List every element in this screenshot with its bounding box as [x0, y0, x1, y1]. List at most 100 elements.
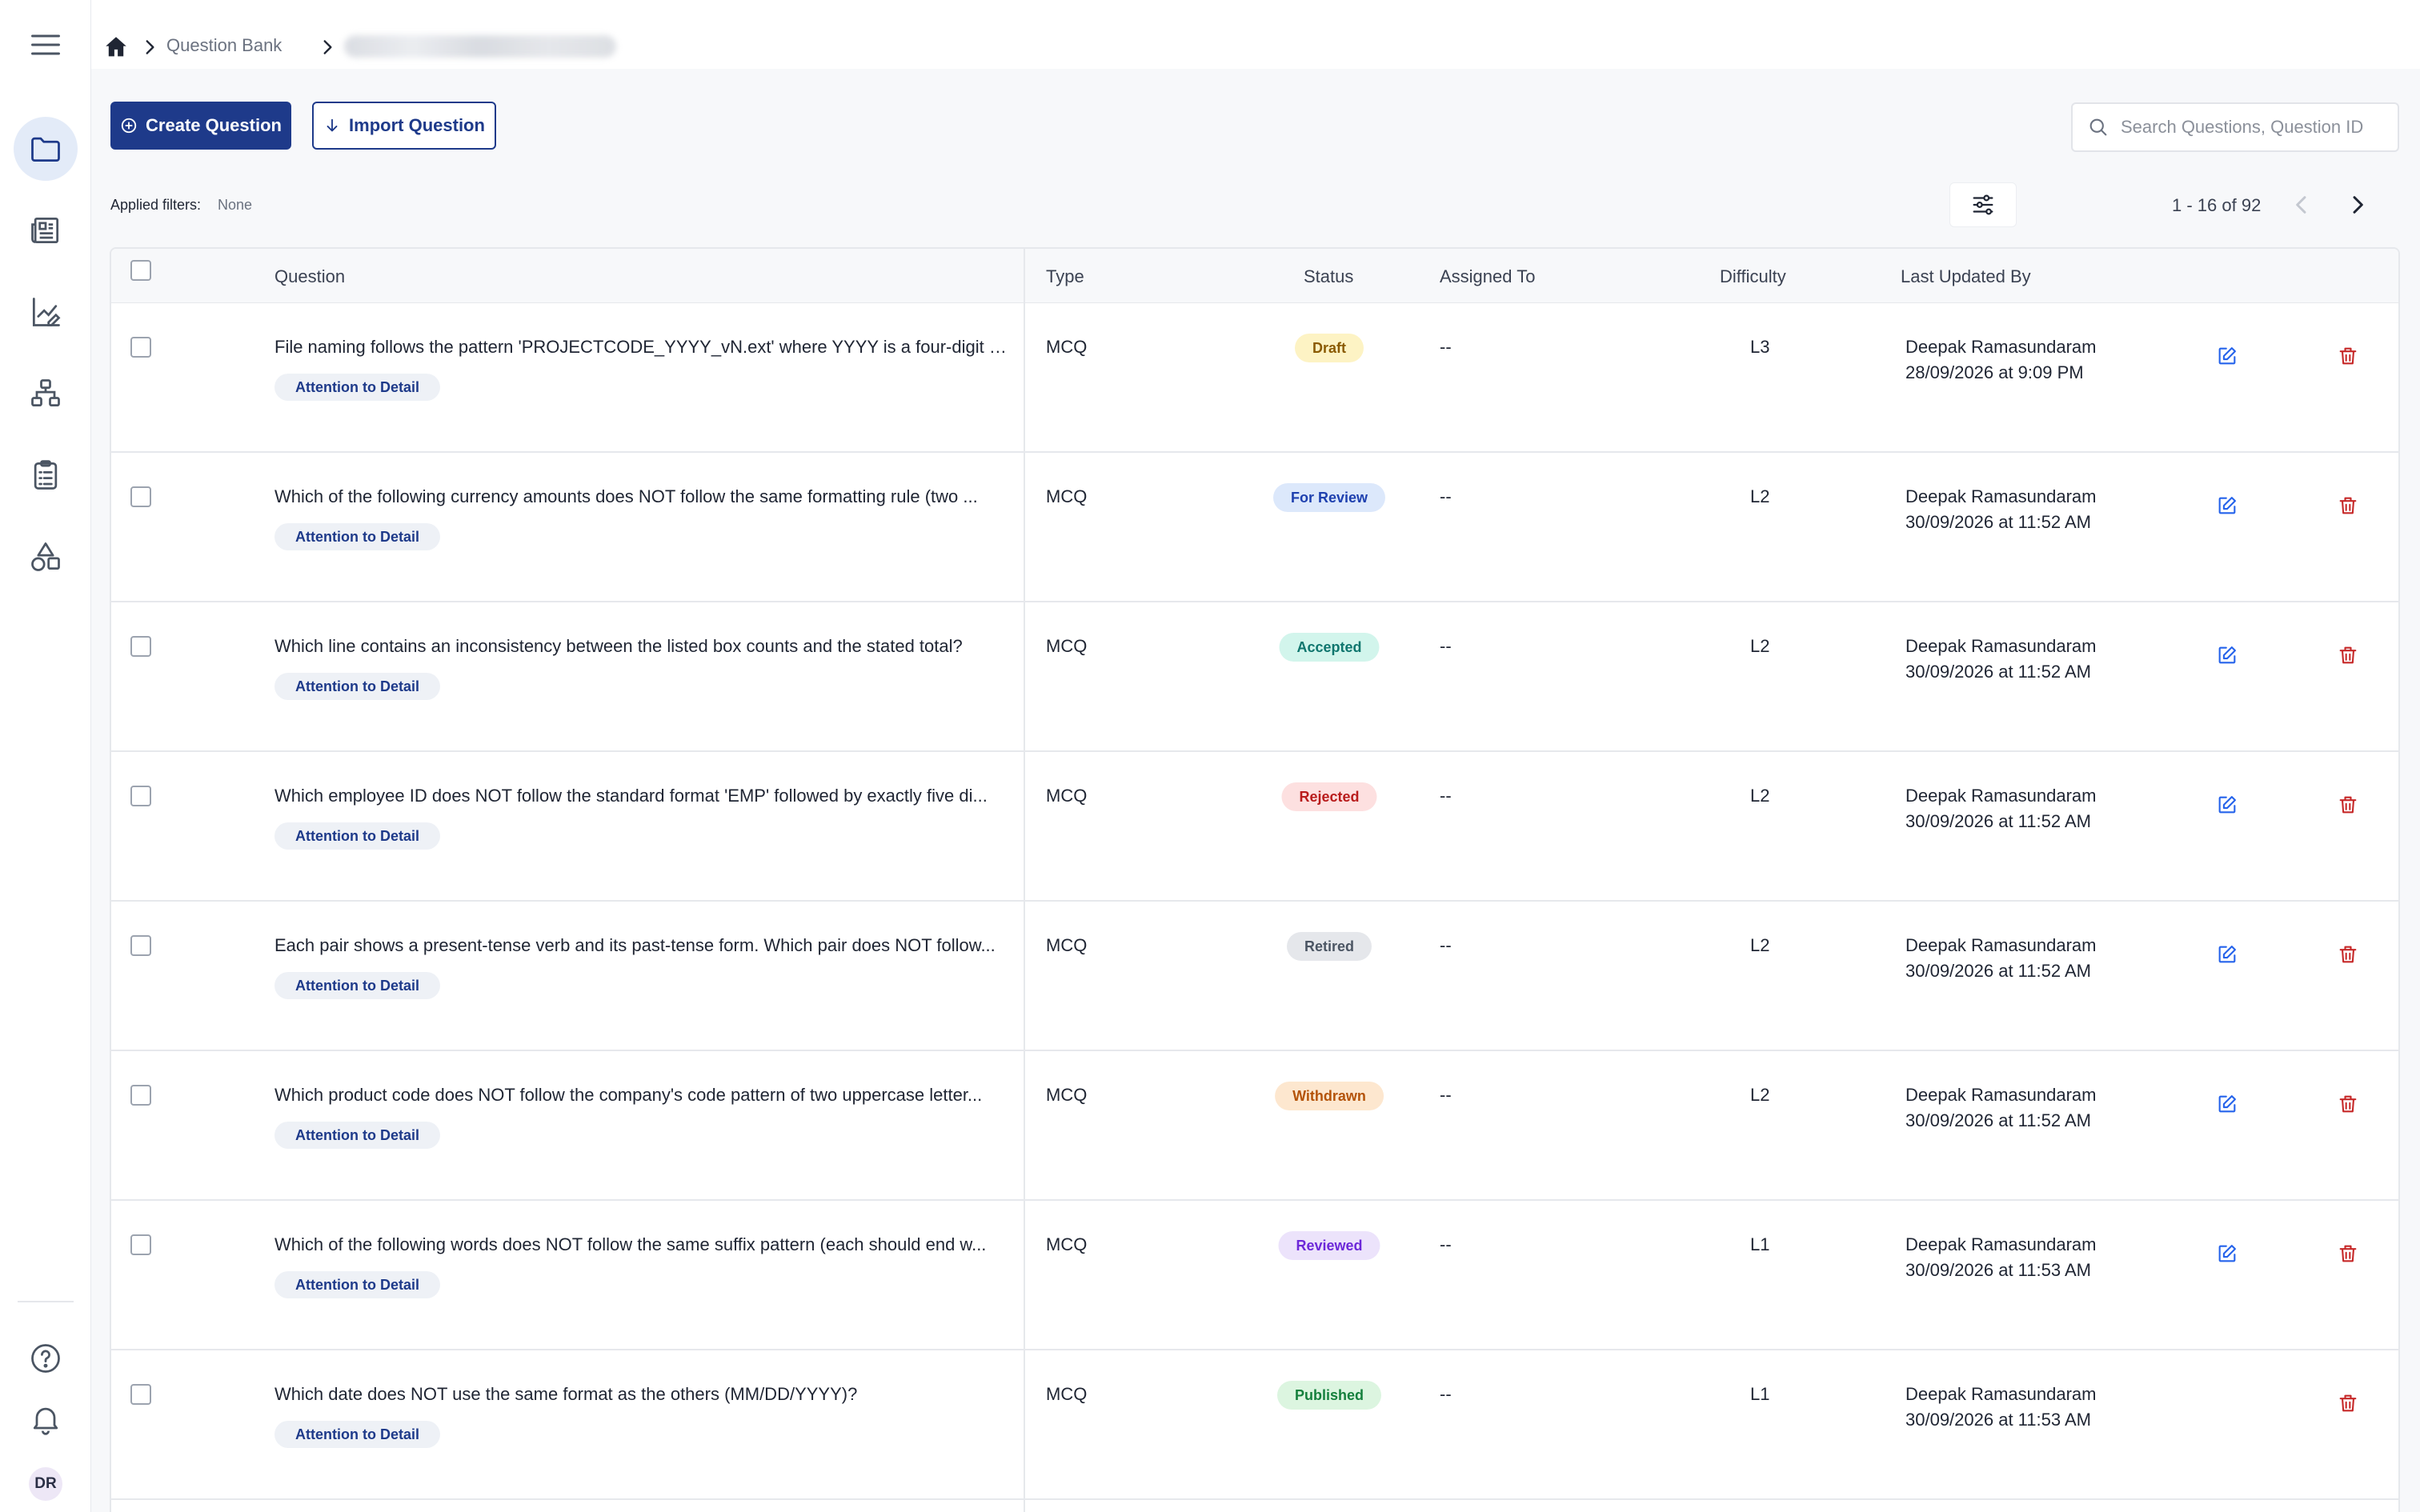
header-difficulty[interactable]: Difficulty — [1720, 266, 1786, 287]
notifications-button[interactable] — [14, 1387, 78, 1451]
table-row[interactable]: Which product code does NOT follow the c… — [111, 1051, 2398, 1201]
question-text[interactable]: Which employee ID does NOT follow the st… — [274, 786, 1009, 806]
question-text[interactable]: Which of the following words does NOT fo… — [274, 1234, 1009, 1255]
filter-button[interactable] — [1949, 182, 2017, 227]
updated-at: 28/09/2026 at 9:09 PM — [1905, 362, 2084, 382]
difficulty-level: L3 — [1750, 337, 1770, 357]
chevron-left-icon[interactable] — [2289, 192, 2314, 218]
delete-icon[interactable] — [2337, 345, 2359, 367]
question-text[interactable]: File naming follows the pattern 'PROJECT… — [274, 337, 1009, 358]
table-row[interactable]: File naming follows the pattern 'PROJECT… — [111, 303, 2398, 453]
row-checkbox[interactable] — [130, 337, 151, 358]
assigned-to: -- — [1440, 1085, 1452, 1105]
updated-by-name: Deepak Ramasundaram — [1905, 786, 2097, 806]
avatar[interactable]: DR — [29, 1467, 62, 1501]
difficulty-level: L1 — [1750, 1234, 1770, 1254]
header-type[interactable]: Type — [1046, 266, 1084, 287]
sidebar-divider — [18, 1301, 74, 1302]
assigned-to: -- — [1440, 337, 1452, 357]
help-icon — [31, 1344, 60, 1373]
header-status[interactable]: Status — [1304, 266, 1353, 287]
edit-icon[interactable] — [2216, 1093, 2238, 1115]
create-question-button[interactable]: Create Question — [110, 102, 291, 150]
newspaper-icon — [31, 217, 59, 244]
question-type: MCQ — [1046, 636, 1088, 656]
table-row[interactable]: Which line contains an inconsistency bet… — [111, 602, 2398, 752]
question-text[interactable]: Each pair shows a present-tense verb and… — [274, 935, 1009, 956]
row-checkbox[interactable] — [130, 486, 151, 507]
help-button[interactable] — [14, 1326, 78, 1390]
nav-hierarchy[interactable] — [14, 362, 78, 426]
search-box — [2071, 102, 2399, 152]
updated-by-name: Deepak Ramasundaram — [1905, 337, 2097, 357]
skill-tag: Attention to Detail — [274, 673, 440, 700]
status-badge: Accepted — [1279, 633, 1380, 662]
question-text[interactable]: Which product code does NOT follow the c… — [274, 1085, 1009, 1106]
table-row[interactable]: Which date does NOT use the same format … — [111, 1350, 2398, 1500]
delete-icon[interactable] — [2337, 1093, 2359, 1115]
updated-at: 30/09/2026 at 11:52 AM — [1905, 662, 2091, 682]
pagination-range: 1 - 16 of 92 — [2172, 195, 2262, 215]
applied-filters-label: Applied filters: — [110, 197, 202, 213]
table-row[interactable]: Each pair shows a present-tense verb and… — [111, 902, 2398, 1051]
delete-icon[interactable] — [2337, 494, 2359, 517]
plus-circle-icon — [121, 118, 137, 134]
status-badge: Draft — [1294, 334, 1364, 362]
updated-at: 30/09/2026 at 11:53 AM — [1905, 1260, 2091, 1280]
header-question[interactable]: Question — [274, 266, 345, 287]
status-badge: For Review — [1272, 483, 1386, 512]
row-checkbox[interactable] — [130, 1234, 151, 1255]
shapes-icon — [31, 542, 60, 571]
status-badge: Rejected — [1281, 782, 1377, 811]
skill-tag: Attention to Detail — [274, 1421, 440, 1448]
select-all-checkbox[interactable] — [130, 260, 151, 281]
difficulty-level: L2 — [1750, 786, 1770, 806]
question-text[interactable]: Which of the following currency amounts … — [274, 486, 1009, 507]
search-input[interactable] — [2121, 117, 2377, 138]
edit-icon[interactable] — [2216, 943, 2238, 966]
header-assigned-to[interactable]: Assigned To — [1440, 266, 1535, 287]
question-text[interactable]: Which date does NOT use the same format … — [274, 1384, 1009, 1405]
import-question-button[interactable]: Import Question — [312, 102, 496, 150]
skill-tag: Attention to Detail — [274, 523, 440, 550]
home-icon[interactable] — [102, 34, 130, 61]
questions-table: Question Type Status Assigned To Difficu… — [110, 247, 2400, 1512]
chevron-right-icon[interactable] — [2345, 192, 2370, 218]
nav-assessments[interactable] — [14, 443, 78, 507]
updated-by-name: Deepak Ramasundaram — [1905, 1384, 2097, 1404]
delete-icon[interactable] — [2337, 943, 2359, 966]
nav-news[interactable] — [14, 198, 78, 262]
row-checkbox[interactable] — [130, 935, 151, 956]
nav-shapes[interactable] — [14, 525, 78, 589]
edit-icon[interactable] — [2216, 345, 2238, 367]
updated-by-name: Deepak Ramasundaram — [1905, 636, 2097, 656]
edit-icon[interactable] — [2216, 494, 2238, 517]
menu-button[interactable] — [14, 13, 78, 77]
edit-icon[interactable] — [2216, 794, 2238, 816]
table-row[interactable]: Which of the following currency amounts … — [111, 453, 2398, 602]
row-checkbox[interactable] — [130, 1384, 151, 1405]
chevron-right-icon — [323, 40, 332, 54]
updated-by-name: Deepak Ramasundaram — [1905, 935, 2097, 955]
row-checkbox[interactable] — [130, 636, 151, 657]
question-text[interactable]: Which line contains an inconsistency bet… — [274, 636, 1009, 657]
applied-filters-value: None — [218, 197, 253, 213]
edit-icon[interactable] — [2216, 644, 2238, 666]
delete-icon[interactable] — [2337, 794, 2359, 816]
edit-icon[interactable] — [2216, 1242, 2238, 1265]
arrow-down-icon — [327, 118, 338, 132]
nav-question-bank[interactable] — [14, 117, 78, 181]
delete-icon[interactable] — [2337, 1392, 2359, 1414]
question-type: MCQ — [1046, 1085, 1088, 1105]
row-checkbox[interactable] — [130, 786, 151, 806]
header-last-updated-by[interactable]: Last Updated By — [1901, 266, 2031, 287]
row-checkbox[interactable] — [130, 1085, 151, 1106]
table-row[interactable]: Which employee ID does NOT follow the st… — [111, 752, 2398, 902]
table-row[interactable]: Which of the following words does NOT fo… — [111, 1201, 2398, 1350]
assigned-to: -- — [1440, 786, 1452, 806]
delete-icon[interactable] — [2337, 1242, 2359, 1265]
breadcrumb-question-bank[interactable]: Question Bank — [166, 35, 282, 56]
question-type: MCQ — [1046, 486, 1088, 506]
nav-analytics[interactable] — [14, 280, 78, 344]
delete-icon[interactable] — [2337, 644, 2359, 666]
